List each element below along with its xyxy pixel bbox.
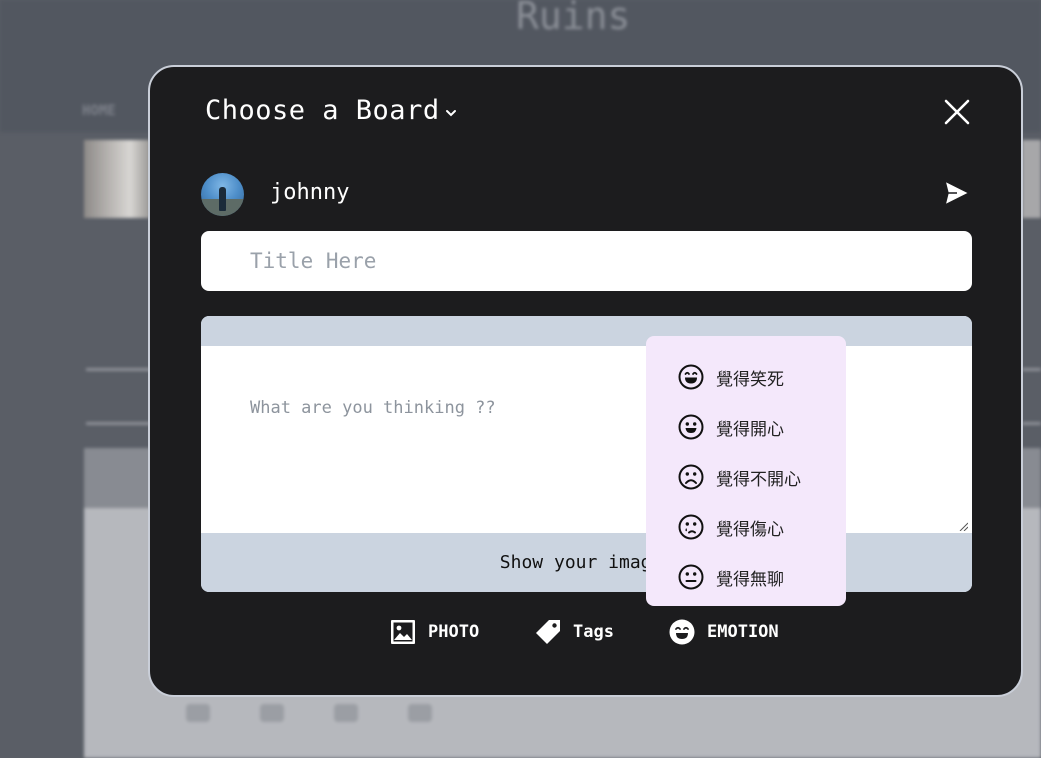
emotion-item-label: 覺得傷心: [716, 519, 784, 540]
board-selector-label: Choose a Board: [205, 95, 440, 126]
laughing-face-icon: [669, 619, 695, 645]
username: johnny: [270, 180, 350, 205]
sad-tear-face-icon: [678, 514, 704, 540]
close-icon[interactable]: [944, 99, 970, 125]
post-actions: PHOTO Tags EMOTION: [150, 615, 1021, 649]
emotion-item-unhappy[interactable]: 覺得不開心: [646, 452, 846, 502]
image-upload-bar[interactable]: Show your images: [201, 533, 972, 592]
emotion-label: EMOTION: [707, 622, 779, 642]
emotion-menu: 覺得笑死 覺得開心 覺得不開心 覺得傷心 覺得無聊: [646, 336, 846, 606]
board-selector[interactable]: Choose a Board: [205, 95, 458, 126]
emotion-item-sad[interactable]: 覺得傷心: [646, 502, 846, 552]
emotion-item-label: 覺得笑死: [716, 369, 784, 390]
create-post-modal: Choose a Board johnny Show your images P…: [148, 65, 1023, 697]
title-input[interactable]: [201, 231, 972, 291]
background-divider: [86, 368, 156, 371]
emotion-button[interactable]: EMOTION: [669, 615, 779, 649]
chevron-down-icon: [445, 109, 456, 116]
background-logo: Ruins: [516, 0, 631, 38]
background-divider: [86, 422, 156, 425]
background-thumbnail: [84, 140, 150, 218]
avatar[interactable]: [201, 173, 244, 216]
resize-grip-icon[interactable]: [958, 521, 968, 531]
send-icon[interactable]: [943, 179, 971, 207]
frowning-face-icon: [678, 464, 704, 490]
photo-button[interactable]: PHOTO: [390, 615, 479, 649]
smiling-face-icon: [678, 414, 704, 440]
background-nav-home: HOME: [82, 103, 116, 119]
emotion-item-laughing[interactable]: 覺得笑死: [646, 352, 846, 402]
content-textarea[interactable]: [201, 346, 972, 533]
background-divider: [1022, 368, 1041, 371]
tags-button[interactable]: Tags: [535, 615, 614, 649]
neutral-face-icon: [678, 564, 704, 590]
emotion-item-happy[interactable]: 覺得開心: [646, 402, 846, 452]
emotion-item-label: 覺得不開心: [716, 469, 801, 490]
content-editor: Show your images: [201, 316, 972, 592]
tag-icon: [536, 620, 560, 644]
background-divider: [1022, 422, 1041, 425]
emotion-item-label: 覺得無聊: [716, 569, 784, 590]
photo-label: PHOTO: [428, 622, 480, 642]
emotion-item-bored[interactable]: 覺得無聊: [646, 552, 846, 602]
background-thumbnail: [1022, 140, 1041, 218]
laughing-face-icon: [678, 364, 704, 390]
emotion-item-label: 覺得開心: [716, 419, 784, 440]
image-icon: [391, 620, 415, 644]
tags-label: Tags: [573, 622, 614, 642]
editor-toolbar: [201, 316, 972, 346]
background-post-actions: [186, 704, 432, 722]
